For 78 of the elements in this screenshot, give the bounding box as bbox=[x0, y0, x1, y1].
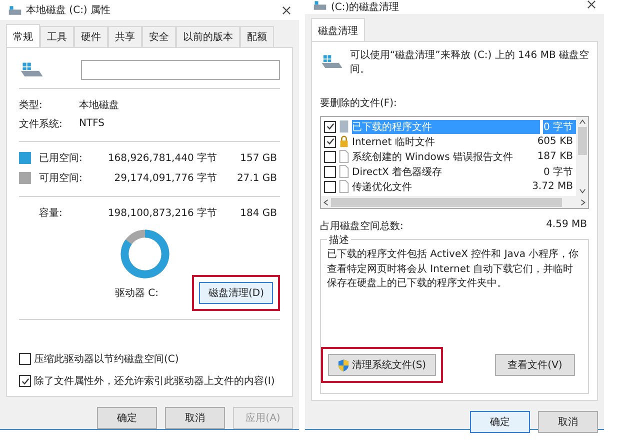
size-value: 184 GB bbox=[239, 208, 277, 218]
file-row[interactable]: 传递优化文件 3.72 MB bbox=[321, 179, 576, 194]
byte-count: 29,174,091,776 字节 bbox=[113, 172, 217, 185]
file-size: 187 KB bbox=[537, 151, 574, 162]
drive-label: 驱动器 C: bbox=[114, 287, 158, 300]
file-name: 系统创建的 Windows 错误报告文件 bbox=[352, 150, 514, 164]
view-files-button[interactable]: 查看文件(V) bbox=[495, 354, 575, 376]
checkbox[interactable] bbox=[19, 353, 31, 365]
window-title: (C:)的磁盘清理 bbox=[331, 0, 400, 14]
file-icon bbox=[339, 180, 349, 193]
byte-count: 198,100,873,216 字节 bbox=[106, 206, 217, 220]
drive-icon bbox=[8, 4, 22, 16]
tab[interactable]: 常规 bbox=[6, 24, 40, 47]
field-label: 已用空间: bbox=[39, 152, 84, 165]
program-icon bbox=[339, 120, 349, 133]
file-size: 3.72 MB bbox=[532, 181, 574, 192]
file-size: 0 字节 bbox=[543, 120, 576, 134]
checkbox[interactable] bbox=[324, 150, 336, 162]
field-label: 可用空间: bbox=[39, 172, 84, 185]
disk-usage-donut bbox=[120, 229, 170, 279]
scroll-up-icon[interactable] bbox=[578, 119, 586, 125]
tab[interactable]: 配额 bbox=[240, 26, 274, 47]
dialog-button[interactable]: 确定 bbox=[97, 407, 157, 429]
field-value: NTFS bbox=[79, 118, 105, 129]
file-name: 已下载的程序文件 bbox=[352, 120, 540, 134]
file-row[interactable]: Internet 临时文件 605 KB bbox=[321, 134, 576, 149]
tab[interactable]: 以前的版本 bbox=[176, 26, 240, 47]
file-name: 传递优化文件 bbox=[352, 180, 413, 194]
checkbox[interactable] bbox=[19, 375, 31, 387]
size-value: 27.1 GB bbox=[236, 172, 277, 184]
drive-name-field[interactable] bbox=[80, 60, 280, 80]
horizontal-scrollbar[interactable] bbox=[321, 196, 588, 208]
file-icon bbox=[339, 165, 349, 178]
shield-icon bbox=[338, 358, 349, 372]
total-label: 占用磁盘空间总数: bbox=[320, 220, 404, 233]
cleanup-message: 可以使用“磁盘清理”来释放 (C:) 上的 146 MB 磁盘空间。 bbox=[350, 48, 589, 76]
file-name: Internet 临时文件 bbox=[352, 136, 436, 148]
vertical-scrollbar[interactable] bbox=[576, 117, 588, 196]
clean-system-files-button[interactable]: 清理系统文件(S) bbox=[328, 354, 436, 376]
field-value: 本地磁盘 bbox=[79, 98, 119, 112]
file-size: 605 KB bbox=[537, 136, 574, 147]
field-label: 类型: bbox=[19, 98, 44, 112]
group-title: 描述 bbox=[327, 233, 351, 247]
checkbox[interactable] bbox=[324, 120, 336, 132]
description-text: 已下载的程序文件包括 ActiveX 控件和 Java 小程序，你查看特定网页时将会从 Internet 自动下载它们，并临时保存在硬盘上的已下载的程序文件夹中。 bbox=[327, 248, 580, 291]
lock-icon bbox=[339, 135, 349, 148]
file-row[interactable]: DirectX 着色器缓存 0 字节 bbox=[321, 164, 576, 179]
file-icon bbox=[339, 150, 349, 163]
list-label: 要删除的文件(F): bbox=[320, 96, 398, 110]
tab[interactable]: 工具 bbox=[40, 26, 74, 47]
close-icon[interactable] bbox=[282, 6, 291, 14]
checkbox-label: 除了文件属性外，还允许索引此驱动器上文件的内容(I) bbox=[34, 374, 275, 388]
drive-icon bbox=[313, 0, 327, 11]
size-value: 157 GB bbox=[239, 152, 277, 164]
dialog-button[interactable]: 取消 bbox=[165, 407, 225, 429]
file-name: DirectX 着色器缓存 bbox=[352, 166, 443, 178]
checkbox[interactable] bbox=[324, 180, 336, 192]
dialog-button[interactable]: 取消 bbox=[538, 411, 598, 433]
field-label: 文件系统: bbox=[19, 118, 64, 130]
checkbox-label: 压缩此驱动器以节约磁盘空间(C) bbox=[34, 352, 179, 366]
scroll-down-icon[interactable] bbox=[578, 188, 586, 194]
scroll-right-icon[interactable] bbox=[580, 198, 586, 206]
byte-count: 168,926,781,440 字节 bbox=[106, 152, 217, 165]
total-size: 4.59 MB bbox=[546, 219, 587, 232]
field-label: 容量: bbox=[39, 206, 64, 220]
tab[interactable]: 硬件 bbox=[74, 26, 108, 47]
tab[interactable]: 磁盘清理 bbox=[311, 18, 365, 41]
tab[interactable]: 共享 bbox=[108, 26, 142, 47]
close-icon[interactable] bbox=[587, 0, 596, 9]
dialog-button[interactable]: 确定 bbox=[470, 411, 530, 433]
file-size: 0 字节 bbox=[543, 166, 574, 178]
tab[interactable]: 安全 bbox=[142, 26, 176, 47]
checkbox[interactable] bbox=[324, 166, 336, 178]
checkbox[interactable] bbox=[324, 136, 336, 148]
file-row[interactable]: 系统创建的 Windows 错误报告文件 187 KB bbox=[321, 149, 576, 164]
disk-cleanup-button[interactable]: 磁盘清理(D) bbox=[199, 282, 273, 304]
scroll-left-icon[interactable] bbox=[323, 198, 329, 206]
window-title: 本地磁盘 (C:) 属性 bbox=[26, 4, 112, 17]
